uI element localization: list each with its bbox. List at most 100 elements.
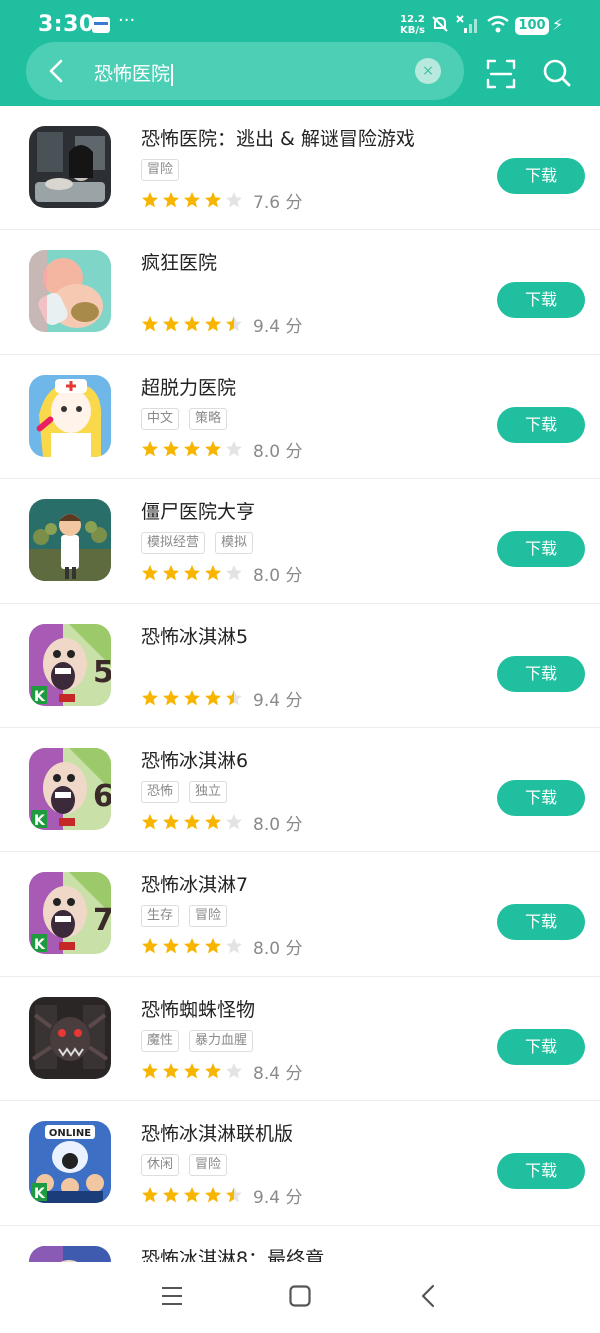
score-unit: 分 [285,193,303,213]
star-icon [205,565,221,581]
search-input[interactable]: 恐怖医院 [94,59,174,86]
app-name[interactable]: 恐怖蜘蛛怪物 [141,995,255,1022]
icon-k-badge: K [34,1186,46,1202]
download-button[interactable]: 下载 [497,531,585,568]
app-icon[interactable] [29,499,111,582]
star-icon [226,938,242,954]
star-icon [226,813,242,830]
star-icon [205,689,221,705]
star-icon [142,440,158,457]
app-tags: 中文 策略 [141,407,237,430]
app-tag: 冒险 [189,1154,228,1177]
score-unit: 分 [285,939,303,960]
app-icon[interactable] [29,126,111,208]
star-icon [142,813,158,830]
score-unit: 分 [285,690,303,711]
app-name[interactable]: 超脱力医院 [141,373,236,400]
rating-stars [141,191,246,209]
score-unit: 分 [285,1188,303,1209]
download-button[interactable]: 下载 [497,158,585,194]
score-unit: 分 [285,441,303,462]
star-icon [184,1062,200,1079]
app-name[interactable]: 恐怖冰淇淋7 [141,870,248,897]
star-icon [226,440,242,457]
star-icon [184,316,200,332]
app-icon[interactable]: ONLINE K [29,1121,111,1204]
star-icon [142,1062,158,1079]
clear-search-button[interactable]: × [415,58,441,84]
score-unit: 分 [285,566,303,587]
app-list-item[interactable]: 超脱力医院中文 策略 8.0 分 下载 [0,355,600,480]
star-icon [163,813,179,830]
score-unit: 分 [285,317,303,338]
app-list-item[interactable]: 恐怖蜘蛛怪物 魔性 暴力血腥 8.4 分 下载 [0,977,600,1102]
app-icon[interactable]: 5K [29,623,111,706]
app-tag: 策略 [189,407,228,430]
search-box[interactable] [26,42,464,100]
app-name[interactable]: 恐怖医院：逃出 & 解谜冒险游戏 [141,124,415,151]
score-unit: 分 [285,1063,303,1084]
icon-k-badge: K [34,937,46,953]
app-tag: 生存 [141,905,180,928]
app-name[interactable]: 恐怖冰淇淋6 [141,746,248,773]
rating-value: 9.4 [253,1188,281,1209]
app-icon[interactable] [29,996,111,1079]
rating-stars [141,440,246,458]
app-list-item[interactable]: 恐怖医院：逃出 & 解谜冒险游戏 冒险 7.6 分 下载 [0,106,600,231]
app-list-item[interactable]: 僵尸医院大亨 模拟经营 模拟 8.0 分 下载 [0,479,600,604]
app-icon[interactable] [29,250,111,333]
system-back-button[interactable] [419,1284,437,1308]
app-icon[interactable] [29,374,111,457]
app-name[interactable]: 恐怖冰淇淋8：最终章 [141,1244,324,1262]
mute-bell-icon [432,16,448,32]
download-button[interactable]: 下载 [497,655,585,692]
top-header: 3:30 ··· 12.2 KB/s 100 ⚡ 恐怖医院 × [0,0,600,106]
app-icon[interactable]: 7K [29,872,111,955]
text-cursor [171,63,174,86]
download-button[interactable]: 下载 [497,282,585,319]
star-icon [226,565,242,581]
search-results-list[interactable]: 恐怖医院：逃出 & 解谜冒险游戏 冒险 7.6 分下载 疯狂医院 9.4 分下载 超脱力医… [0,106,600,1262]
star-icon [205,1187,221,1203]
download-button[interactable]: 下载 [497,1028,585,1065]
app-icon[interactable]: 6K [29,747,111,830]
app-list-item[interactable]: 疯狂医院 9.4 分 下载 [0,230,600,355]
download-button[interactable]: 下载 [497,1153,585,1190]
star-icon [142,1187,158,1203]
app-name[interactable]: 疯狂医院 [141,248,217,275]
star-icon [205,938,221,954]
app-list-item[interactable]: 7 K 恐怖冰淇淋7 生存 冒险 8.0 分下载 [0,852,600,977]
app-list-item[interactable]: 5 K 恐怖冰淇淋5 9.4 分下载 [0,604,600,728]
star-icon [184,938,200,954]
app-name[interactable]: 恐怖冰淇淋5 [141,622,248,649]
icon-k-badge: K [34,689,46,705]
app-list-item[interactable]: ONLINE K 恐怖冰淇淋联机版 休闲 冒险 9.4 分 下载 [0,1101,600,1226]
app-tags: 恐怖 独立 [141,780,237,803]
search-button[interactable] [541,57,573,89]
back-button[interactable] [38,52,76,90]
download-button[interactable]: 下载 [497,406,585,443]
star-icon [226,689,242,705]
status-bar: 3:30 ··· 12.2 KB/s 100 ⚡ [0,0,600,44]
star-icon [205,813,221,830]
app-name[interactable]: 僵尸医院大亨 [141,497,255,524]
star-icon [142,565,158,581]
app-icon[interactable] [29,1245,111,1262]
network-speed: 12.2 KB/s [400,14,425,36]
recent-apps-button[interactable] [161,1286,183,1306]
scan-button[interactable] [484,57,518,91]
rating-score: 8.0 分 [253,437,302,462]
star-icon [142,192,158,208]
star-icon [163,440,179,457]
app-name[interactable]: 恐怖冰淇淋联机版 [141,1119,293,1146]
star-icon [205,316,221,332]
star-icon [226,316,242,332]
network-speed-unit: KB/s [400,25,425,36]
app-list-item[interactable]: 6 K 恐怖冰淇淋6 恐怖 独立 8.0 分下载 [0,728,600,853]
star-icon [205,440,221,457]
download-button[interactable]: 下载 [497,904,585,941]
star-icon [163,689,179,705]
app-list-item[interactable]: 恐怖冰淇淋8：最终章 [0,1226,600,1262]
home-button[interactable] [289,1285,311,1307]
download-button[interactable]: 下载 [497,779,585,816]
